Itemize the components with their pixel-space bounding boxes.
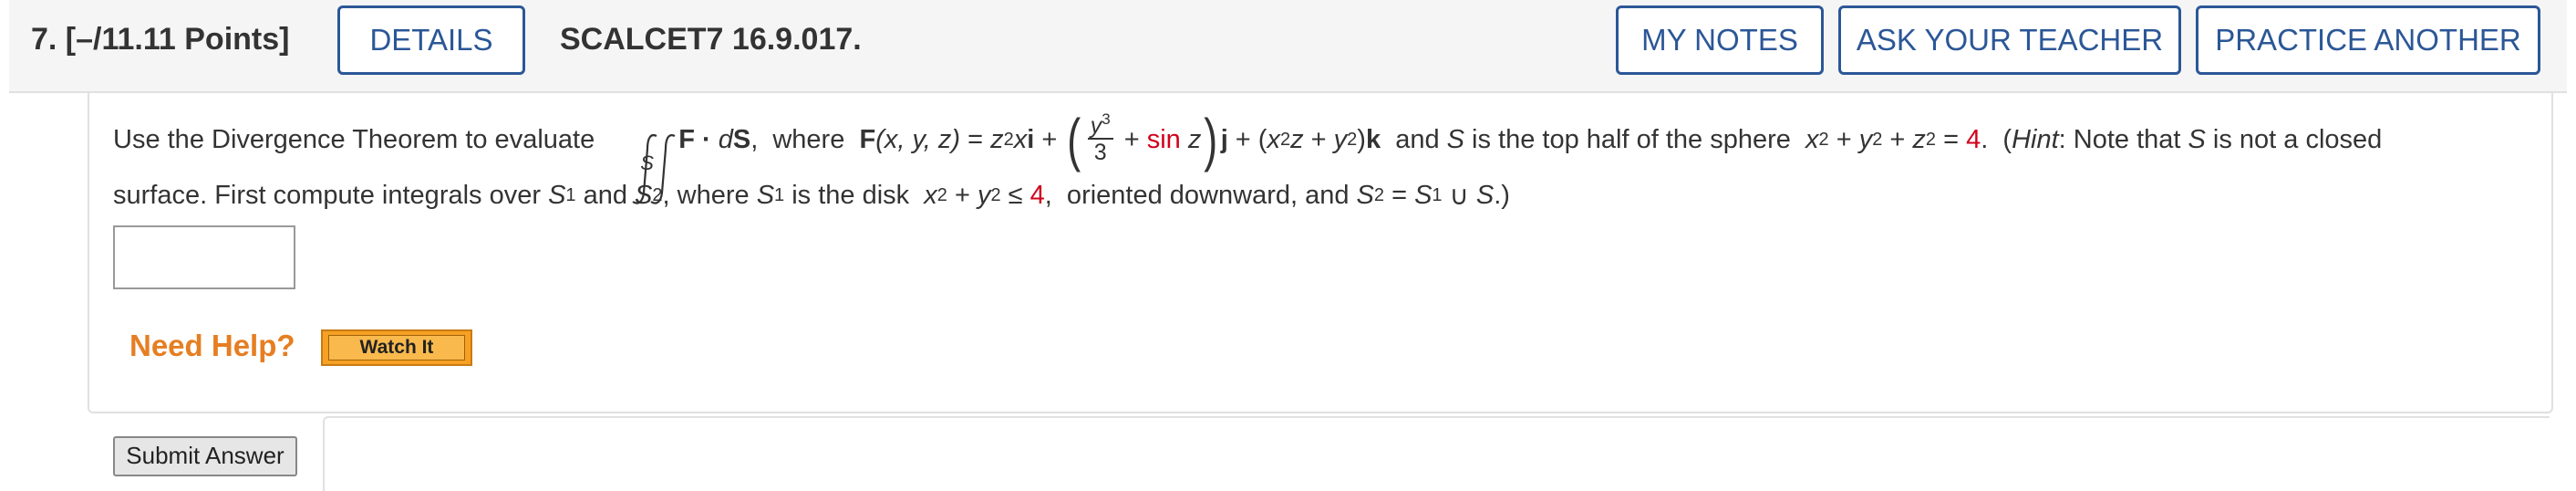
practice-another-button[interactable]: PRACTICE ANOTHER xyxy=(2196,5,2540,75)
plus: + ( xyxy=(1227,124,1267,154)
and-text: and xyxy=(1381,124,1447,154)
S-var: S xyxy=(1414,180,1433,210)
y-var: y xyxy=(977,180,991,210)
question-header: 7. [–/11.11 Points] DETAILS SCALCET7 16.… xyxy=(9,0,2567,93)
y-var: y xyxy=(1858,124,1873,154)
equals: = xyxy=(1936,124,1967,154)
submit-answer-button[interactable]: Submit Answer xyxy=(113,436,297,476)
question-intro: Use the Divergence Theorem to evaluate xyxy=(113,124,595,154)
where-text: , where xyxy=(750,124,860,154)
question-number: 7. [–/11.11 Points] xyxy=(31,22,290,57)
my-notes-button[interactable]: MY NOTES xyxy=(1616,5,1824,75)
details-button[interactable]: DETAILS xyxy=(337,5,525,75)
x-var: x xyxy=(1267,124,1280,154)
radius-value: 4 xyxy=(1966,124,1981,154)
plus: + xyxy=(1303,124,1334,154)
watch-it-button[interactable]: Watch It xyxy=(321,329,472,366)
unit-i: i xyxy=(1027,124,1035,154)
hint-text: is not a closed xyxy=(2205,124,2383,154)
hint-text: : Note that xyxy=(2058,124,2188,154)
unit-j: j xyxy=(1220,124,1228,154)
question-text-line-2: surface. First compute integrals over S1… xyxy=(113,180,1510,211)
disk-text: is the disk xyxy=(784,180,925,210)
answer-input[interactable] xyxy=(113,225,295,289)
S-var: S xyxy=(1475,180,1495,210)
equals: = xyxy=(1384,180,1415,210)
S-var: S xyxy=(548,180,566,210)
disk-radius-value: 4 xyxy=(1029,180,1045,210)
S-var: S xyxy=(2188,124,2206,154)
F-label: F xyxy=(859,124,876,154)
z-var: z xyxy=(1180,124,1202,154)
right-paren: ) xyxy=(1357,124,1366,154)
x-var: x xyxy=(924,180,937,210)
frac-num-y: y xyxy=(1090,113,1102,139)
fraction: y3 3 xyxy=(1087,111,1113,165)
S-var: S xyxy=(1356,180,1374,210)
top-half-text: is the top half of the sphere xyxy=(1464,124,1806,154)
plus: + xyxy=(1882,124,1913,154)
need-help-label: Need Help? xyxy=(129,329,295,362)
and-text: and xyxy=(575,180,636,210)
right-paren: ) xyxy=(1204,107,1218,172)
ds-d: d xyxy=(718,124,733,154)
watch-it-label: Watch It xyxy=(328,335,465,360)
y-var: y xyxy=(1333,124,1348,154)
x-var: x xyxy=(1013,124,1028,154)
sin-function: sin xyxy=(1146,124,1181,154)
S-var: S xyxy=(756,180,775,210)
plus: + xyxy=(1116,124,1147,154)
where-text: , where xyxy=(662,180,757,210)
z-var: z xyxy=(1290,124,1304,154)
unit-k: k xyxy=(1365,124,1381,154)
equals: = xyxy=(960,124,991,154)
integral-subscript: S xyxy=(640,151,654,174)
punct: . ( xyxy=(1981,124,2012,154)
plus: + xyxy=(1034,124,1065,154)
x-var: x xyxy=(1805,124,1819,154)
ds-S: S xyxy=(732,124,751,154)
double-integral-symbol: S xyxy=(600,99,676,204)
z-var: z xyxy=(1912,124,1926,154)
punct: .) xyxy=(1494,180,1510,210)
S-var: S xyxy=(1446,124,1464,154)
leq: ≤ xyxy=(1000,180,1030,210)
hint-label: Hint xyxy=(2012,124,2059,154)
question-id: SCALCET7 16.9.017. xyxy=(560,22,862,57)
question-text-line-1: Use the Divergence Theorem to evaluate S… xyxy=(113,99,2383,204)
oriented-text: , oriented downward, and xyxy=(1044,180,1357,210)
union: ∪ xyxy=(1442,181,1476,211)
frac-num-exp: 3 xyxy=(1102,110,1111,128)
F-args: (x, y, z) xyxy=(875,124,961,154)
lower-panel xyxy=(323,416,2550,491)
plus: + xyxy=(1828,124,1859,154)
frac-den: 3 xyxy=(1093,140,1107,165)
ask-your-teacher-button[interactable]: ASK YOUR TEACHER xyxy=(1838,5,2181,75)
S-var: S xyxy=(635,180,653,210)
z-var: z xyxy=(990,124,1004,154)
left-paren: ( xyxy=(1067,107,1081,172)
plus: + xyxy=(947,180,978,210)
line2-text: surface. First compute integrals over xyxy=(113,180,549,210)
